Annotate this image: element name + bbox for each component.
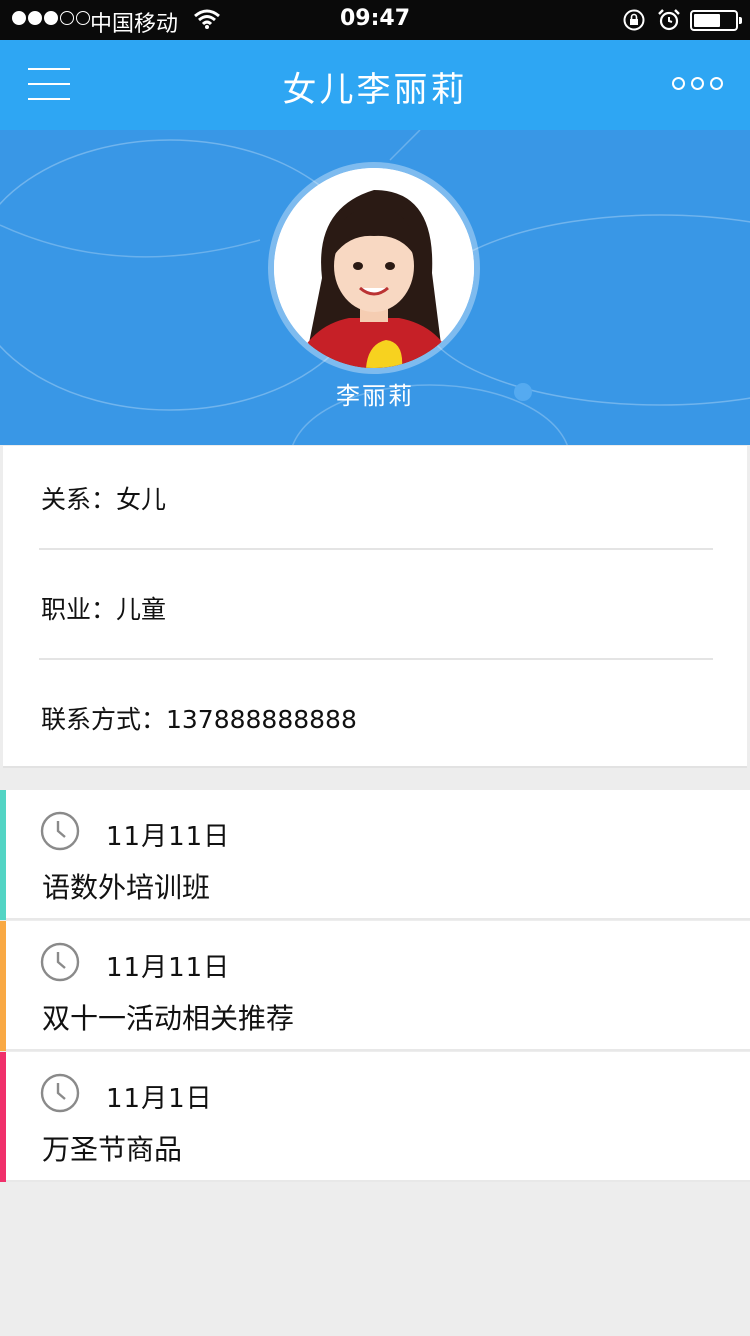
avatar[interactable]	[274, 168, 474, 368]
divider	[39, 548, 713, 550]
event-title: 语数外培训班	[42, 871, 211, 904]
event-date: 11月1日	[106, 1084, 213, 1114]
event-color-bar	[0, 790, 6, 920]
divider	[6, 1180, 750, 1182]
profile-name: 李丽莉	[336, 382, 414, 410]
event-date: 11月11日	[106, 822, 231, 852]
nav-bar: 女儿李丽莉	[0, 40, 750, 130]
status-bar: 中国移动 09:47	[0, 0, 750, 40]
clock-icon	[40, 942, 80, 982]
event-color-bar	[0, 1052, 6, 1182]
event-color-bar	[0, 921, 6, 1051]
alarm-icon	[658, 9, 680, 31]
divider	[6, 1049, 750, 1051]
battery-icon	[690, 10, 742, 31]
contact-row[interactable]: 联系方式：137888888888	[41, 700, 357, 736]
more-dots-icon[interactable]	[672, 77, 723, 90]
divider	[6, 918, 750, 920]
event-title: 万圣节商品	[42, 1133, 183, 1166]
event-title: 双十一活动相关推荐	[42, 1002, 295, 1035]
divider	[39, 658, 713, 660]
event-item[interactable]: 11月11日 语数外培训班	[0, 790, 750, 920]
profile-header: 李丽莉	[0, 130, 750, 445]
event-item[interactable]: 11月1日 万圣节商品	[0, 1052, 750, 1182]
avatar-portrait-image	[274, 168, 474, 368]
clock-icon	[40, 811, 80, 851]
info-card: 关系：女儿 职业：儿童 联系方式：137888888888	[3, 446, 747, 768]
page-title: 女儿李丽莉	[282, 70, 468, 110]
occupation-row: 职业：儿童	[41, 595, 167, 624]
event-date: 11月11日	[106, 953, 231, 983]
avatar-frame	[268, 162, 480, 374]
rotation-lock-icon	[623, 9, 645, 31]
relation-row: 关系：女儿	[41, 485, 167, 514]
event-item[interactable]: 11月11日 双十一活动相关推荐	[0, 921, 750, 1051]
clock-icon	[40, 1073, 80, 1113]
